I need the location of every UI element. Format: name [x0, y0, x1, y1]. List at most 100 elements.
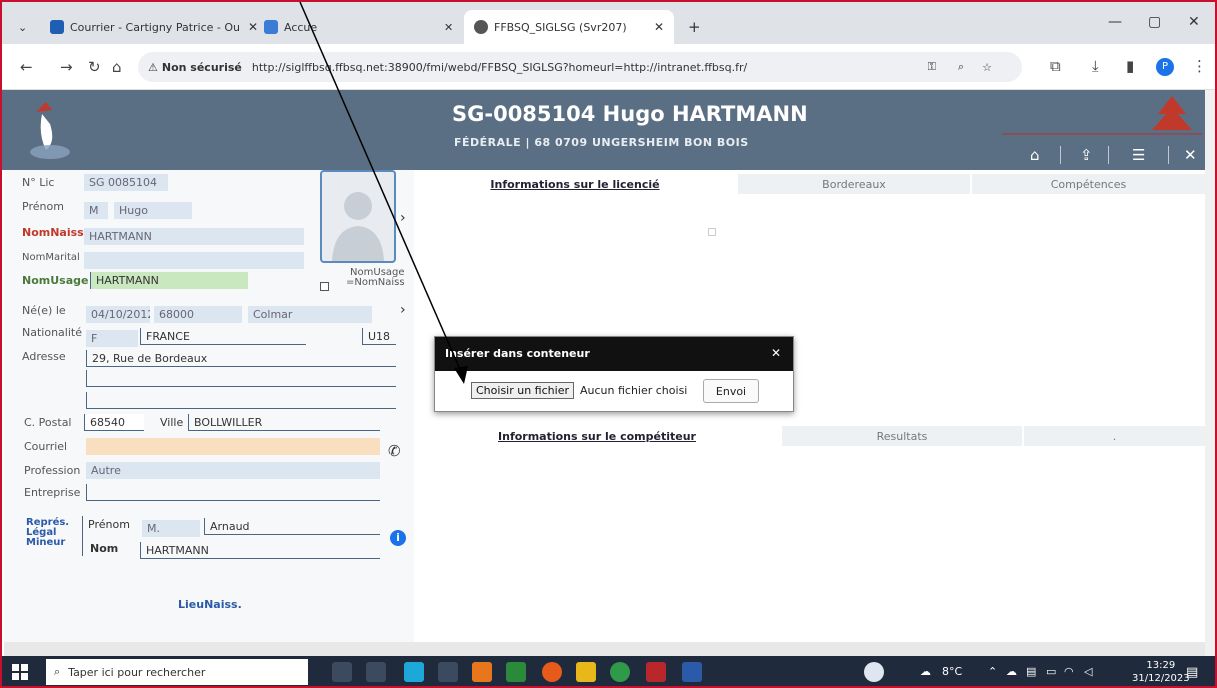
birthdate-field[interactable]: 04/10/2012	[86, 306, 150, 323]
prenom-field[interactable]: Hugo	[114, 202, 192, 219]
forward-icon[interactable]: →	[60, 58, 73, 76]
menu-icon[interactable]: ⋮	[1192, 57, 1207, 75]
close-icon[interactable]: ✕	[771, 346, 781, 360]
chevron-up-icon[interactable]: ⌃	[988, 665, 997, 678]
nomusage-checkbox[interactable]	[320, 282, 329, 291]
app-icon[interactable]	[404, 662, 424, 682]
adresse-line3-field[interactable]	[86, 392, 396, 409]
wifi-icon[interactable]: ◠	[1064, 665, 1074, 678]
close-window-icon[interactable]: ✕	[1188, 14, 1200, 30]
tab-courrier[interactable]: Courrier - Cartigny Patrice - Ou ✕	[40, 10, 268, 44]
adresse-line2-field[interactable]	[86, 370, 396, 387]
clock[interactable]: 13:29 31/12/2023	[1132, 659, 1190, 685]
home-icon[interactable]: ⌂	[112, 58, 122, 76]
close-icon[interactable]: ✕	[654, 20, 664, 34]
maximize-icon[interactable]: ▢	[1148, 14, 1161, 30]
export-icon[interactable]: ⇪	[1080, 146, 1093, 164]
file-input[interactable]: Choisir un fichier Aucun fichier choisi	[471, 381, 687, 399]
city-field[interactable]: BOLLWILLER	[188, 414, 380, 431]
notifications-icon[interactable]: ▤	[1186, 665, 1198, 680]
tab-infos-competiteur[interactable]: Informations sur le compétiteur	[414, 426, 780, 446]
email-field[interactable]	[86, 438, 380, 455]
adresse-line1-field[interactable]: 29, Rue de Bordeaux	[86, 350, 396, 367]
nationalite-field[interactable]: FRANCE	[140, 328, 306, 345]
nomusage-field[interactable]: HARTMANN	[90, 272, 248, 289]
weather-icon[interactable]: ☁	[920, 665, 931, 678]
rep-civilite-field[interactable]: M.	[142, 520, 200, 537]
sidepanel-icon[interactable]: ▮	[1126, 57, 1134, 75]
entreprise-field[interactable]	[86, 484, 380, 501]
tab-resultats[interactable]: Resultats	[782, 426, 1022, 446]
tab-list-button[interactable]: ⌄	[8, 10, 37, 44]
app-icon[interactable]	[542, 662, 562, 682]
back-icon[interactable]: ←	[20, 58, 33, 76]
birth-city-field[interactable]: Colmar	[248, 306, 372, 323]
rep-nom-field[interactable]: HARTMANN	[140, 542, 380, 559]
tab-other[interactable]: .	[1024, 426, 1205, 446]
filezilla-icon[interactable]	[646, 662, 666, 682]
categorie-field[interactable]: U18	[362, 328, 396, 345]
phone-icon[interactable]: ✆	[388, 442, 401, 460]
outlook-icon	[50, 20, 64, 34]
extensions-icon[interactable]: ⧉	[1050, 57, 1061, 75]
app-icon[interactable]	[438, 662, 458, 682]
postcode-field[interactable]: 68540	[84, 414, 144, 431]
pen-icon[interactable]	[366, 662, 386, 682]
taskbar-search[interactable]: ⌕ Taper ici pour rechercher	[46, 659, 308, 685]
divider	[82, 516, 83, 556]
list-icon[interactable]: ☰	[1132, 146, 1145, 164]
chevron-right-icon[interactable]: ›	[400, 210, 406, 226]
reload-icon[interactable]: ↻	[88, 58, 101, 76]
nomnaiss-field[interactable]: HARTMANN	[84, 228, 304, 245]
label-cpostal: C. Postal	[24, 416, 72, 429]
nommarital-field[interactable]	[84, 252, 304, 269]
vertical-scrollbar[interactable]	[1205, 90, 1215, 656]
profile-avatar[interactable]: P	[1156, 58, 1174, 76]
nomusage-checkbox-label: NomUsage =NomNaiss	[346, 267, 405, 288]
volume-icon[interactable]: ◁	[1084, 665, 1092, 678]
tab-competences[interactable]: Compétences	[972, 174, 1205, 194]
send-button[interactable]: Envoi	[703, 379, 759, 403]
label-prenom: Prénom	[22, 200, 64, 213]
tab-accueil[interactable]: Accue	[254, 10, 327, 44]
tab-bordereaux[interactable]: Bordereaux	[738, 174, 970, 194]
tab-infos-licencie[interactable]: Informations sur le licencié	[414, 174, 736, 194]
windows-start-icon[interactable]	[12, 664, 28, 680]
word-icon[interactable]	[682, 662, 702, 682]
close-icon[interactable]: ✕	[1184, 146, 1197, 164]
battery-icon[interactable]: ▭	[1046, 665, 1056, 678]
star-icon[interactable]: ☆	[982, 61, 992, 74]
address-bar[interactable]: ⚠ Non sécurisé http://siglffbsq.ffbsq.ne…	[138, 52, 1022, 82]
new-tab-button[interactable]: +	[678, 10, 711, 44]
network-icon[interactable]: ▤	[1026, 665, 1036, 678]
taskview-icon[interactable]	[332, 662, 352, 682]
birth-postcode-field[interactable]: 68000	[154, 306, 242, 323]
zoom-icon[interactable]: ⌕	[958, 60, 964, 74]
download-icon[interactable]: ⤓	[1092, 57, 1099, 75]
civilite-field[interactable]: M	[84, 202, 108, 219]
home-icon[interactable]: ⌂	[1030, 146, 1040, 164]
folder-icon[interactable]	[576, 662, 596, 682]
key-icon[interactable]: ⚿	[928, 60, 936, 74]
minimize-icon[interactable]: —	[1108, 14, 1122, 30]
rep-prenom-field[interactable]: Arnaud	[204, 518, 380, 535]
help-icon[interactable]	[864, 662, 884, 682]
info-icon[interactable]: i	[390, 530, 406, 546]
java-icon	[264, 20, 278, 34]
choose-file-button[interactable]: Choisir un fichier	[471, 381, 574, 399]
app-icon[interactable]	[506, 662, 526, 682]
vlc-icon[interactable]	[472, 662, 492, 682]
dialog-title-text: Insérer dans conteneur	[445, 347, 590, 360]
lic-field[interactable]: SG 0085104	[84, 174, 168, 191]
chrome-icon[interactable]	[610, 662, 630, 682]
insert-container-dialog: Insérer dans conteneur ✕ Choisir un fich…	[434, 336, 794, 412]
nat-code-field[interactable]: F	[86, 330, 138, 347]
lieunaiss-link[interactable]: LieuNaiss.	[178, 598, 242, 611]
tab-ffbsq[interactable]: FFBSQ_SIGLSG (Svr207) ✕	[464, 10, 674, 44]
cloud-icon[interactable]: ☁	[1006, 665, 1017, 678]
close-icon[interactable]: ✕	[434, 10, 463, 44]
photo-placeholder[interactable]	[320, 170, 396, 263]
profession-field[interactable]: Autre	[86, 462, 380, 479]
horizontal-scrollbar[interactable]	[4, 642, 1205, 656]
chevron-right-icon[interactable]: ›	[400, 302, 406, 318]
